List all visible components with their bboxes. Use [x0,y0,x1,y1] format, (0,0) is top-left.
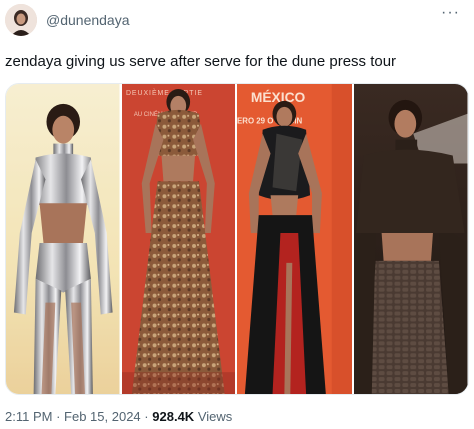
timestamp-date[interactable]: Feb 15, 2024 [64,409,141,424]
photo-3[interactable]: MÉXICO ERO 29 O EN CIN [237,84,353,394]
views-count: 928.4K [152,409,195,424]
media-grid: DEUXIÈME PARTIE AU CINÉMA · FÉVRIER [5,83,469,395]
backdrop-text-3: MÉXICO [251,89,306,105]
more-dots-icon[interactable]: ··· [441,5,460,21]
views-label: Views [197,409,233,424]
meta-separator: · [56,409,61,424]
author-handle[interactable]: @dunendaya [46,12,130,28]
tweet-meta: 2:11 PM · Feb 15, 2024 · 928.4K Views [5,409,232,424]
photo-4[interactable] [354,84,468,394]
tweet-card: @dunendaya ··· zendaya giving us serve a… [0,0,474,429]
backdrop-text-2: DEUXIÈME PARTIE [125,88,202,97]
timestamp-time[interactable]: 2:11 PM [5,409,52,424]
photo-2[interactable]: DEUXIÈME PARTIE AU CINÉMA · FÉVRIER [121,84,235,394]
photo-1[interactable] [6,84,120,394]
tweet-text: zendaya giving us serve after serve for … [5,53,397,70]
avatar[interactable] [5,4,37,36]
meta-separator: · [144,409,149,424]
